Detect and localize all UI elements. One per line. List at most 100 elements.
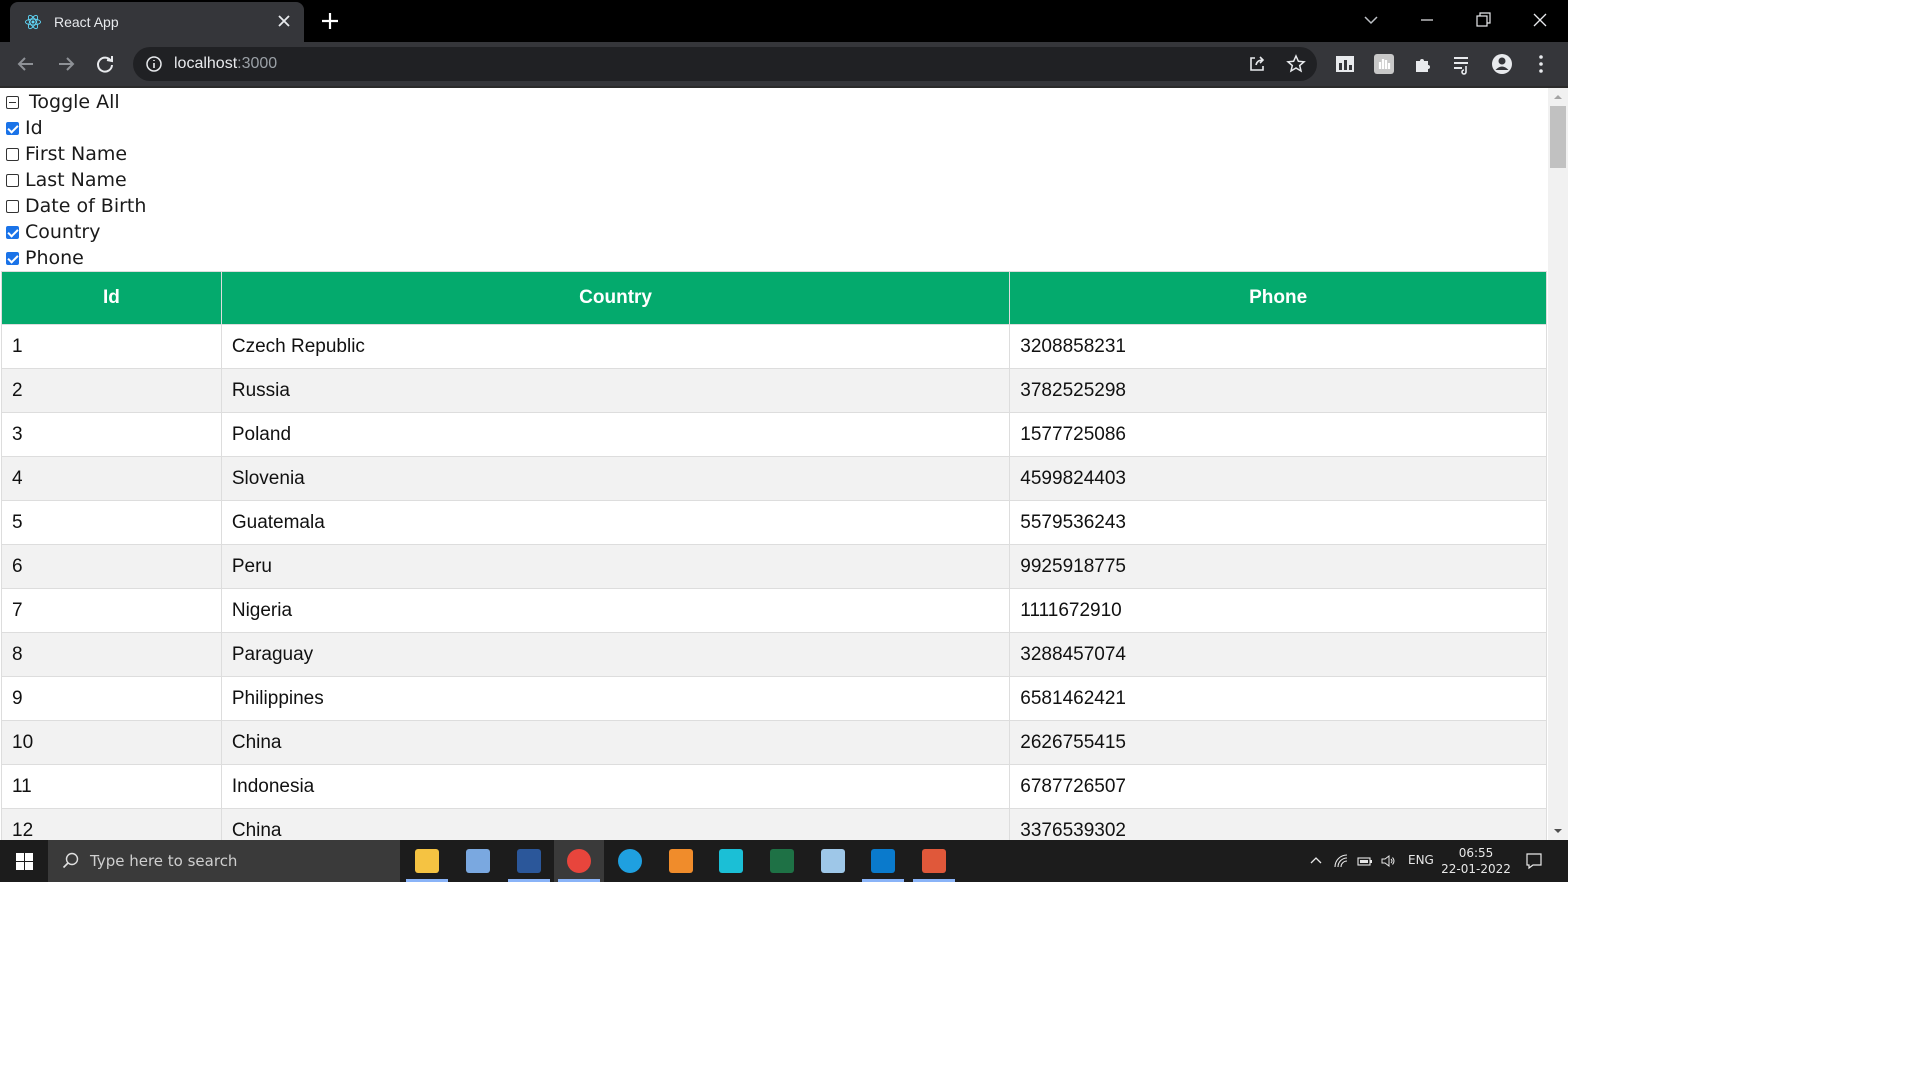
cell-country: Poland bbox=[220, 412, 1011, 457]
cell-id: 6 bbox=[1, 544, 222, 589]
taskbar-app-file-explorer[interactable] bbox=[402, 840, 452, 882]
cell-id: 5 bbox=[1, 500, 222, 545]
taskbar-app-notepad[interactable] bbox=[808, 840, 858, 882]
show-hidden-icons-chevron-icon[interactable] bbox=[1308, 853, 1324, 869]
table-row: 10 China 2626755415 bbox=[1, 720, 1547, 765]
back-arrow-icon[interactable] bbox=[15, 53, 37, 75]
browser-tab[interactable]: React App bbox=[10, 2, 304, 42]
taskbar-app-edge[interactable] bbox=[605, 840, 655, 882]
toggle-id-checkbox[interactable]: Id bbox=[4, 116, 43, 140]
toggle-all-checkbox[interactable]: Toggle All bbox=[4, 90, 120, 114]
scrollbar-thumb[interactable] bbox=[1550, 106, 1566, 168]
taskbar-app-paint[interactable] bbox=[453, 840, 503, 882]
toggle-dob-checkbox[interactable]: Date of Birth bbox=[4, 194, 146, 218]
share-icon[interactable] bbox=[1246, 53, 1268, 75]
column-header-country[interactable]: Country bbox=[220, 271, 1011, 325]
toggle-label: Phone bbox=[25, 247, 84, 269]
extension-hand-icon[interactable] bbox=[1373, 53, 1395, 75]
taskbar-app-git[interactable] bbox=[909, 840, 959, 882]
scroll-down-arrow-icon[interactable] bbox=[1552, 826, 1564, 836]
checkbox-unchecked[interactable] bbox=[6, 199, 19, 213]
table-row: 5 Guatemala 5579536243 bbox=[1, 500, 1547, 545]
toggle-last-name-checkbox[interactable]: Last Name bbox=[4, 168, 127, 192]
volume-icon[interactable] bbox=[1380, 853, 1396, 869]
browser-menu-icon[interactable] bbox=[1530, 53, 1552, 75]
tab-title: React App bbox=[54, 14, 119, 30]
taskbar-app-touch-app[interactable] bbox=[706, 840, 756, 882]
clock-date: 22-01-2022 bbox=[1441, 862, 1511, 876]
windows-logo-icon bbox=[16, 853, 33, 870]
cell-id: 10 bbox=[1, 720, 222, 765]
cell-id: 1 bbox=[1, 324, 222, 369]
taskbar-app-sublime[interactable] bbox=[656, 840, 706, 882]
cell-country: China bbox=[220, 808, 1011, 840]
battery-icon[interactable] bbox=[1357, 853, 1373, 869]
tab-search-chevron-icon[interactable] bbox=[1361, 10, 1381, 30]
cell-phone: 1577725086 bbox=[1009, 412, 1547, 457]
cell-country: China bbox=[220, 720, 1011, 765]
notification-center-icon[interactable] bbox=[1525, 852, 1543, 870]
cell-country: Slovenia bbox=[220, 456, 1011, 501]
checkbox-checked[interactable] bbox=[6, 225, 19, 239]
input-language-indicator[interactable]: ENG bbox=[1408, 853, 1434, 867]
toggle-phone-checkbox[interactable]: Phone bbox=[4, 246, 84, 270]
cell-phone: 2626755415 bbox=[1009, 720, 1547, 765]
media-queue-icon[interactable] bbox=[1451, 53, 1473, 75]
profile-avatar-icon[interactable] bbox=[1491, 53, 1513, 75]
taskbar-app-excel[interactable] bbox=[757, 840, 807, 882]
file-explorer-icon bbox=[415, 849, 439, 873]
table-row: 8 Paraguay 3288457074 bbox=[1, 632, 1547, 677]
toggle-country-checkbox[interactable]: Country bbox=[4, 220, 100, 244]
minimize-icon[interactable] bbox=[1417, 10, 1437, 30]
cell-phone: 3288457074 bbox=[1009, 632, 1547, 677]
cell-country: Peru bbox=[220, 544, 1011, 589]
cell-phone: 6581462421 bbox=[1009, 676, 1547, 721]
reload-icon[interactable] bbox=[94, 53, 116, 75]
toggle-label: Toggle All bbox=[29, 91, 120, 113]
extensions-puzzle-icon[interactable] bbox=[1412, 53, 1434, 75]
taskbar-app-vscode[interactable] bbox=[858, 840, 908, 882]
column-header-phone[interactable]: Phone bbox=[1009, 271, 1547, 325]
scroll-up-arrow-icon[interactable] bbox=[1552, 92, 1564, 102]
page-viewport: Toggle All Id First Name Last Name Date … bbox=[0, 88, 1548, 840]
checkbox-indeterminate[interactable] bbox=[6, 95, 19, 109]
close-tab-icon[interactable] bbox=[276, 13, 292, 29]
bookmark-star-icon[interactable] bbox=[1285, 53, 1307, 75]
cell-id: 4 bbox=[1, 456, 222, 501]
address-bar[interactable]: localhost:3000 bbox=[133, 47, 1317, 81]
checkbox-unchecked[interactable] bbox=[6, 147, 19, 161]
site-info-icon[interactable] bbox=[145, 55, 163, 73]
table-row: 2 Russia 3782525298 bbox=[1, 368, 1547, 413]
clock[interactable]: 06:55 22-01-2022 bbox=[1440, 845, 1512, 877]
start-button[interactable] bbox=[0, 840, 48, 882]
vertical-scrollbar[interactable] bbox=[1548, 88, 1568, 840]
column-header-id[interactable]: Id bbox=[1, 271, 222, 325]
vscode-icon bbox=[871, 849, 895, 873]
toggle-label: Last Name bbox=[25, 169, 127, 191]
taskbar-app-word[interactable] bbox=[504, 840, 554, 882]
new-tab-icon[interactable] bbox=[320, 11, 340, 31]
browser-tab-strip: React App bbox=[0, 0, 1568, 42]
git-icon bbox=[922, 849, 946, 873]
cell-phone: 3376539302 bbox=[1009, 808, 1547, 840]
toggle-label: Id bbox=[25, 117, 43, 139]
table-row: 4 Slovenia 4599824403 bbox=[1, 456, 1547, 501]
cell-country: Indonesia bbox=[220, 764, 1011, 809]
toggle-first-name-checkbox[interactable]: First Name bbox=[4, 142, 127, 166]
notepad-icon bbox=[821, 849, 845, 873]
cell-phone: 4599824403 bbox=[1009, 456, 1547, 501]
extension-chart-icon[interactable] bbox=[1334, 53, 1356, 75]
taskbar-search-box[interactable]: Type here to search bbox=[48, 840, 400, 882]
checkbox-checked[interactable] bbox=[6, 121, 19, 135]
table-row: 12 China 3376539302 bbox=[1, 808, 1547, 840]
word-icon bbox=[517, 849, 541, 873]
close-window-icon[interactable] bbox=[1530, 10, 1550, 30]
checkbox-unchecked[interactable] bbox=[6, 173, 19, 187]
forward-arrow-icon[interactable] bbox=[55, 53, 77, 75]
restore-icon[interactable] bbox=[1473, 10, 1493, 30]
taskbar-app-chrome[interactable] bbox=[554, 840, 604, 882]
wifi-icon[interactable] bbox=[1333, 853, 1349, 869]
checkbox-checked[interactable] bbox=[6, 251, 19, 265]
toggle-label: Country bbox=[25, 221, 101, 243]
touch-app-icon bbox=[719, 849, 743, 873]
